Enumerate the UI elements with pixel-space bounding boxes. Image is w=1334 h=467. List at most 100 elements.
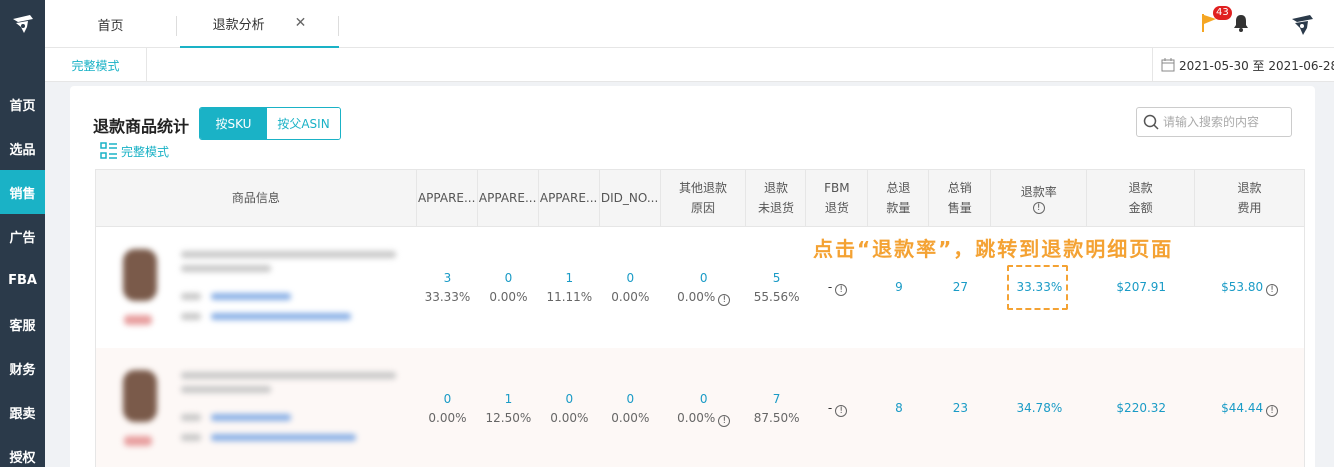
total-refunds-link[interactable]: 8: [895, 399, 903, 418]
tab-refund-label: 退款分析: [212, 17, 265, 33]
sidebar-item-ads[interactable]: 广告: [0, 214, 45, 258]
info-icon[interactable]: !: [1032, 202, 1045, 214]
col-apparel-1[interactable]: APPARE...: [417, 170, 478, 226]
by-parent-asin-button[interactable]: 按父ASIN: [267, 108, 340, 139]
count-link[interactable]: 0: [566, 390, 574, 409]
search-input[interactable]: [1163, 115, 1281, 129]
tab-home-label: 首页: [97, 18, 124, 34]
percent-text: 0.00%: [611, 410, 650, 425]
cell-total-refunds: 8: [869, 348, 930, 467]
cell-total-sales: 23: [929, 348, 991, 467]
bell-icon[interactable]: [1233, 14, 1249, 36]
count-link[interactable]: 3: [444, 269, 452, 288]
count-link[interactable]: 1: [505, 390, 513, 409]
search-box[interactable]: [1136, 107, 1292, 137]
close-icon[interactable]: ✕: [295, 15, 307, 31]
col-fbm-return: FBM 退货: [806, 170, 869, 226]
percent-text-with-info: 0.00%!: [677, 409, 731, 428]
col-refund-fee-label-1: 退款: [1237, 181, 1262, 195]
sidebar-item-home[interactable]: 首页: [0, 82, 45, 126]
full-mode-toggle[interactable]: 完整模式: [100, 142, 169, 160]
tab-home[interactable]: 首页: [45, 0, 176, 48]
fbm-value-with-info: -!: [828, 278, 848, 297]
product-tag: [124, 315, 152, 325]
sidebar-item-finance[interactable]: 财务: [0, 346, 45, 390]
product-info-cell: [96, 227, 417, 348]
col-total-refunds-label-2: 款量: [886, 201, 911, 215]
tab-refund-analysis[interactable]: 退款分析 ✕: [180, 0, 339, 48]
avatar-icon[interactable]: [1288, 10, 1316, 42]
refund-amount-link[interactable]: $220.32: [1116, 399, 1166, 418]
product-asin-blur: [211, 434, 356, 441]
refund-fee-link[interactable]: $44.44: [1221, 401, 1263, 415]
cell-fbm: -!: [807, 348, 869, 467]
sidebar-item-sales[interactable]: 销售: [0, 170, 45, 214]
full-mode-link[interactable]: 完整模式: [45, 48, 147, 82]
cell-did-not: 0 0.00%: [600, 227, 661, 348]
cell-apparel-2: 0 0.00%: [478, 227, 539, 348]
info-icon[interactable]: !: [835, 405, 848, 417]
percent-text: 87.50%: [753, 410, 800, 425]
sidebar-item-selection[interactable]: 选品: [0, 126, 45, 170]
sidebar-item-auth[interactable]: 授权: [0, 434, 45, 467]
col-unreturned-label-1: 退款: [763, 181, 788, 195]
info-icon[interactable]: !: [1266, 405, 1279, 417]
cell-refund-fee: $44.44!: [1195, 348, 1304, 467]
col-apparel-3[interactable]: APPARE...: [539, 170, 600, 226]
cell-unreturned: 5 55.56%: [747, 227, 807, 348]
count-link[interactable]: 0: [700, 269, 708, 288]
count-link[interactable]: 5: [773, 269, 781, 288]
col-apparel-2[interactable]: APPARE...: [478, 170, 539, 226]
product-sku-blur: [181, 414, 201, 421]
col-other-reason: 其他退款 原因: [661, 170, 747, 226]
product-title-blur: [181, 265, 271, 272]
percent-text: 11.11%: [546, 289, 593, 304]
col-total-sales-label-2: 售量: [947, 201, 972, 215]
product-thumbnail[interactable]: [123, 249, 157, 301]
count-link[interactable]: 1: [566, 269, 574, 288]
total-refunds-link[interactable]: 9: [895, 278, 903, 297]
fbm-value: -: [827, 401, 833, 415]
by-sku-button[interactable]: 按SKU: [200, 108, 267, 139]
sidebar-item-follow[interactable]: 跟卖: [0, 390, 45, 434]
total-sales-link[interactable]: 23: [953, 399, 968, 418]
count-link[interactable]: 0: [700, 390, 708, 409]
count-link[interactable]: 0: [626, 390, 634, 409]
sidebar-item-fba[interactable]: FBA: [0, 258, 45, 302]
col-did-not[interactable]: DID_NO...: [600, 170, 661, 226]
info-icon[interactable]: !: [835, 284, 848, 296]
cell-did-not: 0 0.00%: [600, 348, 661, 467]
col-apparel-1-label: APPARE...: [417, 191, 476, 205]
percent-text: 0.00%: [611, 289, 650, 304]
percent-text: 0.00%: [428, 410, 467, 425]
sidebar-item-service[interactable]: 客服: [0, 302, 45, 346]
card-title: 退款商品统计: [93, 117, 190, 136]
col-product-label: 商品信息: [231, 191, 280, 205]
refund-amount-link[interactable]: $207.91: [1116, 278, 1166, 297]
col-apparel-2-label: APPARE...: [478, 191, 537, 205]
product-sku-blur: [181, 293, 201, 300]
date-range-picker[interactable]: 2021-05-30 至 2021-06-28: [1152, 48, 1334, 82]
info-icon[interactable]: !: [1266, 284, 1279, 296]
tab-divider: [176, 16, 177, 36]
count-link[interactable]: 0: [444, 390, 452, 409]
count-link[interactable]: 7: [773, 390, 781, 409]
notification-badge: 43: [1213, 6, 1232, 20]
date-range-text: 2021-05-30 至 2021-06-28: [1179, 58, 1334, 73]
product-thumbnail[interactable]: [123, 370, 157, 422]
count-link[interactable]: 0: [626, 269, 634, 288]
product-tag: [124, 436, 152, 446]
info-icon[interactable]: !: [718, 293, 731, 306]
annotation-text: 点击“退款率”，跳转到退款明细页面: [813, 237, 1174, 261]
percent-text: 55.56%: [753, 289, 800, 304]
col-total-sales-label-1: 总销: [947, 181, 972, 195]
count-link[interactable]: 0: [505, 269, 513, 288]
logo-icon[interactable]: [0, 0, 45, 48]
info-icon[interactable]: !: [718, 414, 731, 427]
total-sales-link[interactable]: 27: [953, 278, 968, 297]
refund-fee-link[interactable]: $53.80: [1221, 280, 1263, 294]
refund-rate-link[interactable]: 34.78%: [1016, 399, 1062, 418]
annotation-highlight-box: [1007, 265, 1068, 310]
calendar-icon: [1161, 58, 1175, 72]
group-toggle: 按SKU 按父ASIN: [199, 107, 341, 140]
